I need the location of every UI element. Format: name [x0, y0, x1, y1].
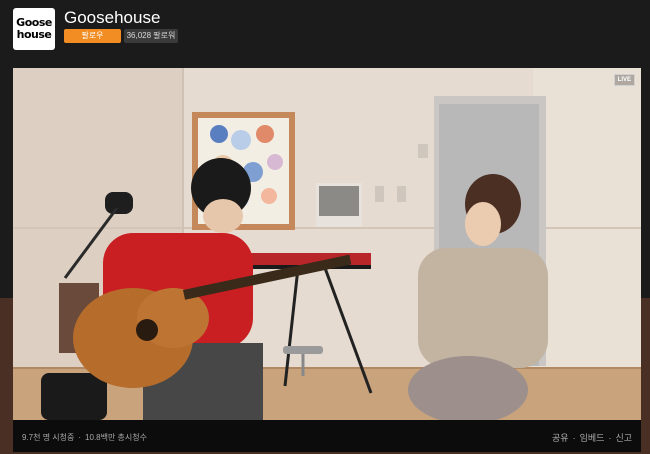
player-actions: 공유 · 임베드 · 신고 — [552, 431, 632, 444]
embed-button[interactable]: 임베드 — [580, 433, 605, 443]
channel-header: Goose house Goosehouse 팔로우 36,028 팔로워 — [0, 0, 650, 58]
total-views: 10.8백만 총시청수 — [85, 433, 147, 442]
video-frame[interactable]: LIVE — [13, 68, 641, 420]
separator-dot: · — [78, 433, 82, 442]
view-stats: 9.7천 명 시청중 · 10.8백만 총시청수 — [22, 432, 147, 443]
live-badge: LIVE — [613, 74, 635, 86]
viewer-count: 9.7천 명 시청중 — [22, 433, 75, 442]
channel-name[interactable]: Goosehouse — [64, 8, 160, 28]
follow-button[interactable]: 팔로우 — [64, 29, 121, 43]
logo-text-house: house — [16, 28, 52, 41]
share-button[interactable]: 공유 — [552, 433, 569, 443]
separator-dot: · — [608, 433, 612, 443]
channel-logo[interactable]: Goose house — [13, 8, 55, 50]
player-info-bar: 9.7천 명 시청중 · 10.8백만 총시청수 공유 · 임베드 · 신고 — [13, 420, 641, 452]
report-button[interactable]: 신고 — [615, 433, 632, 443]
video-scene — [13, 68, 641, 420]
separator-dot: · — [572, 433, 576, 443]
follower-count: 36,028 팔로워 — [124, 29, 178, 43]
video-player[interactable]: LIVE 9.7천 명 시청중 · 10.8백만 총시청수 공유 · 임베드 · 신고 — [13, 68, 641, 452]
